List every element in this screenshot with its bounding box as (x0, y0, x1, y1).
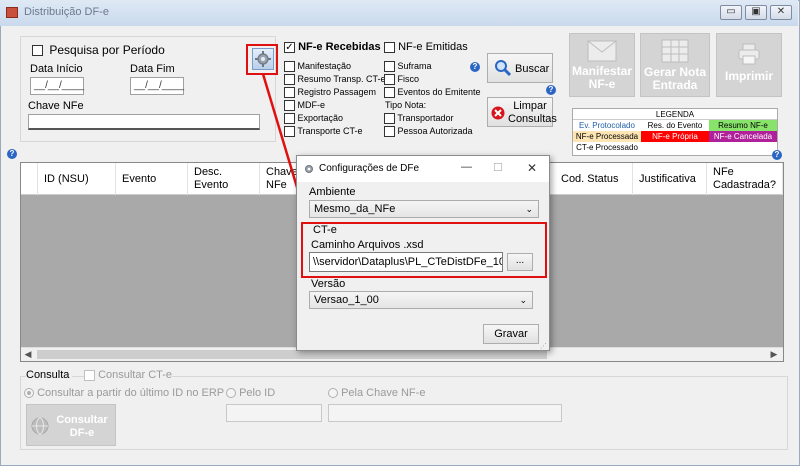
chevron-down-icon: ⌄ (525, 204, 533, 214)
versao-select[interactable]: Versao_1_00 ⌄ (309, 291, 533, 309)
dialog-close-button[interactable]: ✕ (527, 161, 537, 175)
ambiente-value: Mesmo_da_NFe (314, 203, 396, 215)
versao-value: Versao_1_00 (314, 294, 379, 306)
chevron-down-icon: ⌄ (519, 295, 527, 305)
caminho-label: Caminho Arquivos .xsd (311, 239, 424, 251)
dialog-gear-icon (305, 165, 313, 173)
dialog-maximize-button[interactable]: ☐ (493, 161, 503, 174)
browse-button[interactable]: ... (507, 253, 533, 271)
ambiente-label: Ambiente (309, 186, 356, 198)
cte-group-label: CT-e (313, 224, 337, 236)
config-dialog: Configurações de DFe — ☐ ✕ Ambiente Mesm… (296, 155, 550, 351)
gravar-button[interactable]: Gravar (483, 324, 539, 344)
dialog-minimize-button[interactable]: — (461, 161, 472, 173)
versao-label: Versão (311, 278, 346, 290)
dialog-title: Configurações de DFe (319, 163, 420, 174)
ambiente-select[interactable]: Mesmo_da_NFe ⌄ (309, 200, 539, 218)
caminho-input[interactable]: \\servidor\Dataplus\PL_CTeDistDFe_100\ (309, 252, 503, 272)
resize-grip-icon[interactable]: ⋰ (540, 342, 547, 350)
